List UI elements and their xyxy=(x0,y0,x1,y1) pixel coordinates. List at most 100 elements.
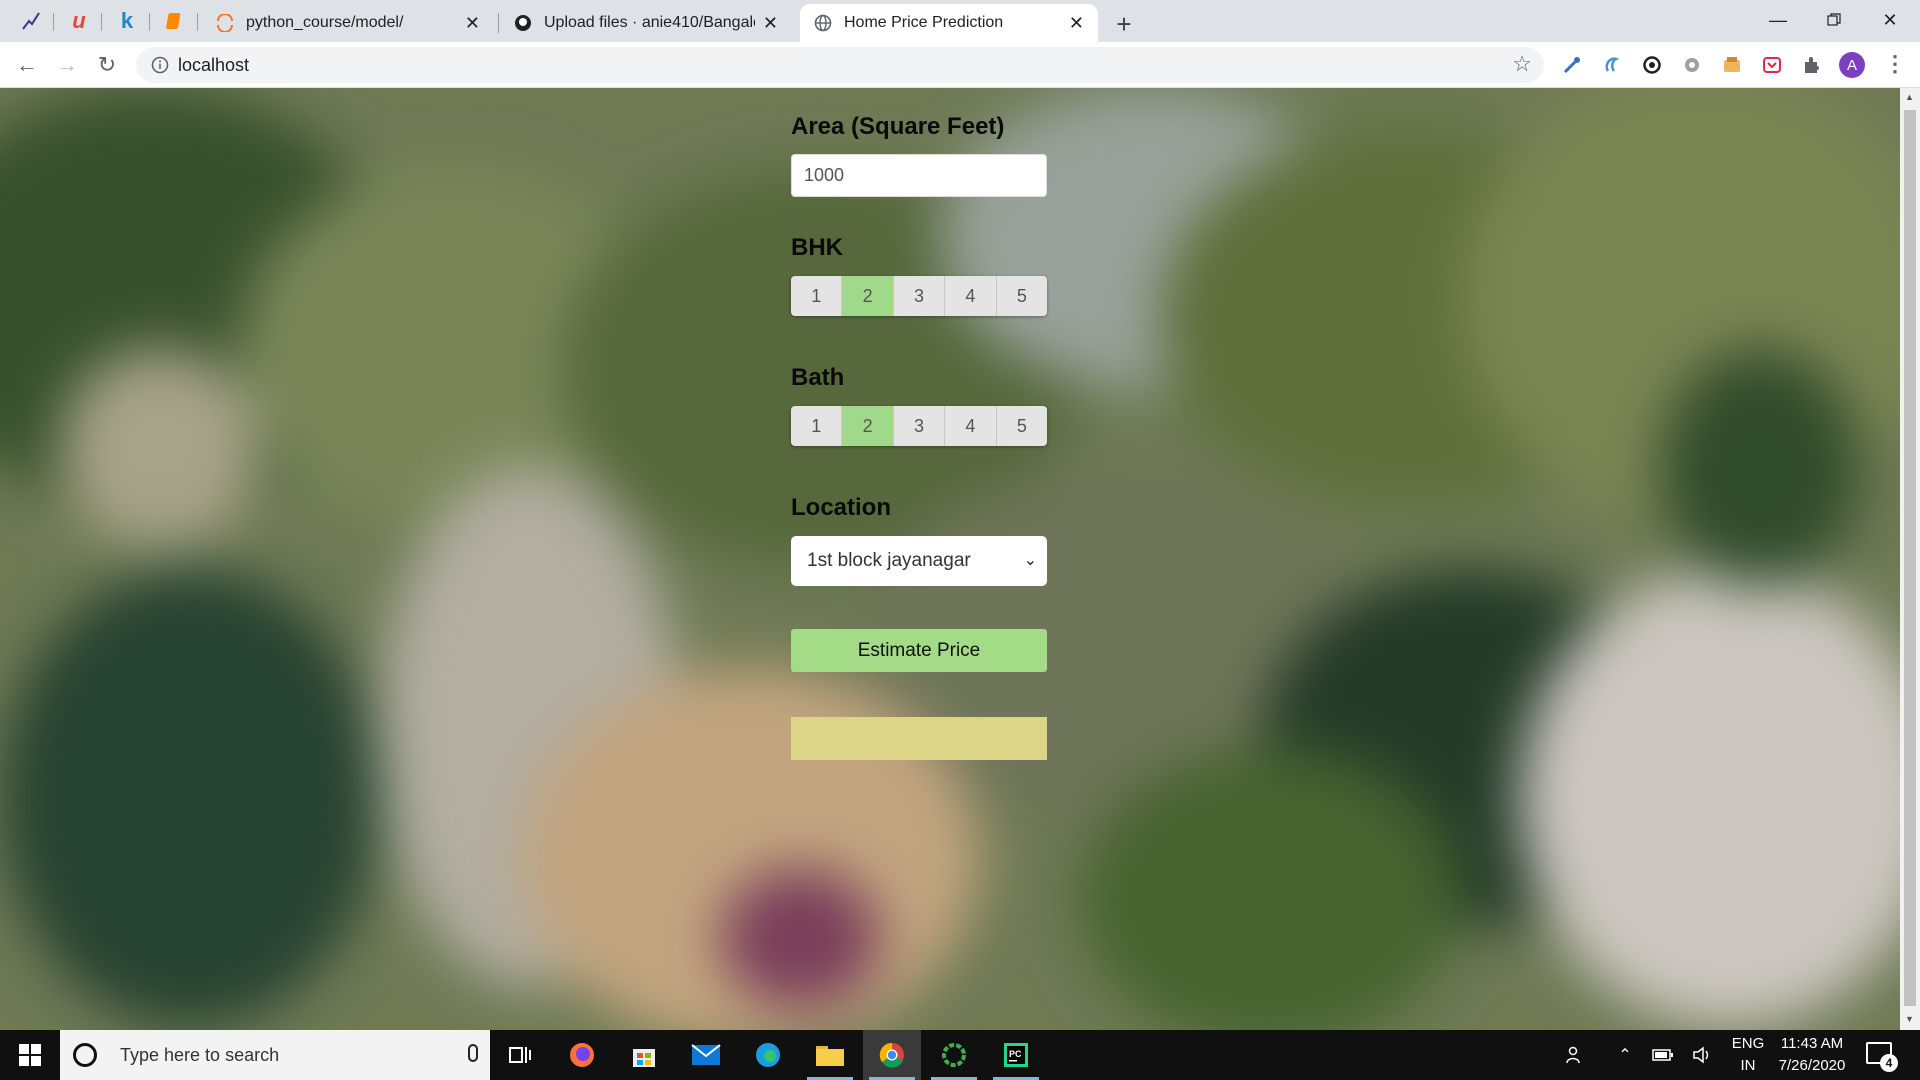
taskbar-firefox[interactable] xyxy=(553,1030,611,1080)
tab-upload-files[interactable]: Upload files · anie410/Bangalore- ✕ xyxy=(500,4,792,42)
gear-icon xyxy=(1685,58,1699,72)
extensions-menu[interactable] xyxy=(1800,53,1824,77)
scroll-up-icon[interactable]: ▲ xyxy=(1905,92,1914,102)
arrow-right-icon: → xyxy=(56,52,78,77)
clock-time: 11:43 AM xyxy=(1780,1035,1844,1052)
estimate-price-button[interactable]: Estimate Price xyxy=(791,629,1047,672)
extension-eyedropper[interactable] xyxy=(1560,53,1584,77)
address-bar[interactable]: localhost ☆ xyxy=(136,47,1544,83)
profile-avatar[interactable]: A xyxy=(1839,52,1865,78)
puzzle-icon xyxy=(1805,57,1819,73)
extension-pocket[interactable] xyxy=(1760,53,1784,77)
bath-option-1[interactable]: 1 xyxy=(791,406,843,446)
task-view-icon xyxy=(509,1047,531,1063)
github-icon xyxy=(514,14,532,32)
show-hidden-icons-button[interactable]: ⌃ xyxy=(1610,1030,1640,1080)
extension-grammarly[interactable] xyxy=(1640,53,1664,77)
clock[interactable]: 11:43 AM 7/26/2020 xyxy=(1772,1033,1852,1077)
windows-taskbar: Type here to search PC ⌃ ENG IN 11:43 AM… xyxy=(0,1030,1920,1080)
page-scrollbar[interactable]: ▲ ▼ xyxy=(1900,88,1920,1030)
ring-icon xyxy=(942,1043,966,1067)
pinned-tab-udemy[interactable]: u xyxy=(56,4,102,38)
k-icon: k xyxy=(120,8,134,33)
close-tab-icon[interactable]: ✕ xyxy=(465,13,480,34)
trend-icon xyxy=(22,12,40,30)
bhk-option-1[interactable]: 1 xyxy=(791,276,843,316)
bhk-option-5[interactable]: 5 xyxy=(996,276,1047,316)
reload-button[interactable]: ↻ xyxy=(92,50,122,80)
task-view-button[interactable] xyxy=(491,1030,549,1080)
restore-button[interactable] xyxy=(1806,0,1862,40)
extension-blue-swirl[interactable] xyxy=(1600,53,1624,77)
close-window-button[interactable]: ✕ xyxy=(1862,0,1918,40)
new-tab-button[interactable]: + xyxy=(1107,7,1141,41)
clock-date: 7/26/2020 xyxy=(1778,1057,1846,1074)
close-tab-icon[interactable]: ✕ xyxy=(1069,13,1084,34)
tab-strip: u k python_course/model/ ✕ Upload files … xyxy=(0,0,1920,42)
forward-button[interactable]: → xyxy=(52,50,82,80)
microphone-icon[interactable] xyxy=(468,1044,478,1062)
browser-toolbar: ← → ↻ localhost ☆ A ⋮ xyxy=(0,42,1920,88)
close-icon: ✕ xyxy=(1882,9,1898,30)
taskbar-search-box[interactable]: Type here to search xyxy=(60,1030,490,1080)
mail-icon xyxy=(691,1044,721,1065)
edge-icon xyxy=(756,1043,780,1067)
chevron-up-icon: ⌃ xyxy=(1618,1047,1632,1064)
battery-icon xyxy=(1652,1049,1673,1061)
extension-gear[interactable] xyxy=(1680,53,1704,77)
firefox-icon xyxy=(570,1043,594,1067)
tab-home-price-prediction[interactable]: Home Price Prediction ✕ xyxy=(800,4,1098,42)
location-label: Location xyxy=(791,494,891,521)
taskbar-anaconda[interactable] xyxy=(925,1030,983,1080)
taskbar-chrome[interactable] xyxy=(863,1030,921,1080)
pycharm-icon: PC xyxy=(1004,1043,1028,1067)
bhk-switch: 1 2 3 4 5 xyxy=(791,276,1047,316)
chrome-icon xyxy=(879,1042,904,1068)
close-tab-icon[interactable]: ✕ xyxy=(763,13,778,34)
pinned-tab-bookmark[interactable] xyxy=(152,4,198,38)
taskbar-store[interactable] xyxy=(615,1030,673,1080)
bhk-option-2[interactable]: 2 xyxy=(842,276,894,316)
location-selected-value: 1st block jayanagar xyxy=(807,550,971,571)
pinned-tab-k[interactable]: k xyxy=(104,4,150,38)
bhk-option-3[interactable]: 3 xyxy=(893,276,946,316)
info-icon[interactable] xyxy=(150,55,170,75)
area-input[interactable]: 1000 xyxy=(791,154,1047,197)
taskbar-search-placeholder: Type here to search xyxy=(120,1044,280,1065)
jupyter-icon xyxy=(216,14,234,32)
minimize-button[interactable]: — xyxy=(1750,0,1806,40)
bath-option-2[interactable]: 2 xyxy=(842,406,894,446)
tab-python-course[interactable]: python_course/model/ ✕ xyxy=(202,4,494,42)
taskbar-edge[interactable] xyxy=(739,1030,797,1080)
back-button[interactable]: ← xyxy=(12,50,42,80)
taskbar-mail[interactable] xyxy=(677,1030,735,1080)
taskbar-file-explorer[interactable] xyxy=(801,1030,859,1080)
location-select[interactable]: 1st block jayanagar ⌄ xyxy=(791,536,1047,586)
chevron-down-icon: ⌄ xyxy=(1023,552,1037,569)
extension-honey[interactable] xyxy=(1720,53,1744,77)
bookmark-icon xyxy=(166,13,181,29)
people-button[interactable] xyxy=(1560,1030,1590,1080)
bath-option-3[interactable]: 3 xyxy=(893,406,946,446)
bhk-option-4[interactable]: 4 xyxy=(945,276,997,316)
input-language[interactable]: ENG IN xyxy=(1728,1033,1768,1077)
pinned-tab-trend[interactable] xyxy=(8,4,54,38)
bath-switch: 1 2 3 4 5 xyxy=(791,406,1047,446)
svg-text:PC: PC xyxy=(1009,1049,1022,1059)
cortana-icon xyxy=(73,1043,97,1067)
volume-button[interactable] xyxy=(1688,1030,1718,1080)
bath-option-5[interactable]: 5 xyxy=(996,406,1047,446)
battery-button[interactable] xyxy=(1648,1030,1678,1080)
tab-title: Upload files · anie410/Bangalore- xyxy=(544,14,755,31)
more-menu-icon[interactable]: ⋮ xyxy=(1884,51,1906,77)
taskbar-pycharm[interactable]: PC xyxy=(987,1030,1045,1080)
start-button[interactable] xyxy=(0,1030,60,1080)
scroll-down-icon[interactable]: ▼ xyxy=(1905,1014,1914,1024)
bath-option-4[interactable]: 4 xyxy=(945,406,997,446)
swirl-icon xyxy=(1605,57,1620,72)
tab-title: Home Price Prediction xyxy=(844,14,1004,31)
address-text[interactable]: localhost xyxy=(178,55,249,76)
scrollbar-thumb[interactable] xyxy=(1904,110,1916,1006)
region-code: IN xyxy=(1740,1057,1756,1074)
star-icon[interactable]: ☆ xyxy=(1512,51,1532,77)
